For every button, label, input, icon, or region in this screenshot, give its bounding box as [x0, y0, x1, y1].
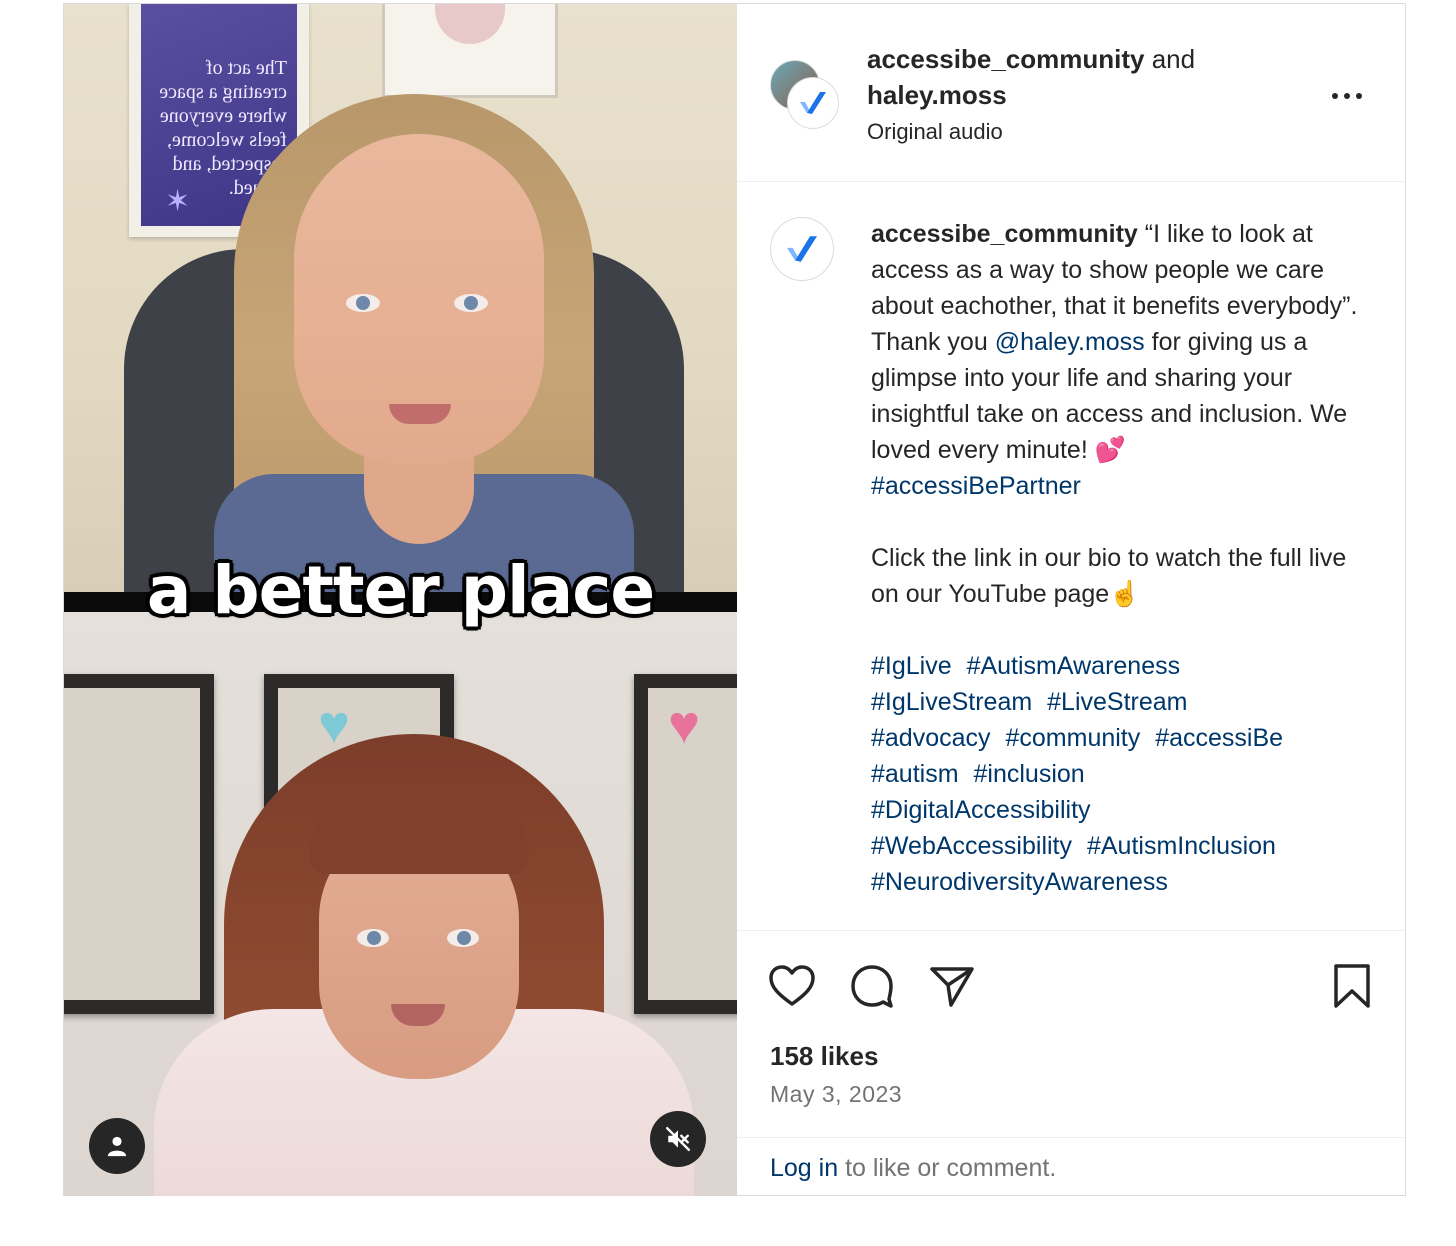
hashtag-link[interactable]: #accessiBePartner: [871, 472, 1081, 500]
more-options-button[interactable]: [1327, 76, 1367, 116]
hashtag-link[interactable]: #AutismInclusion: [1087, 832, 1276, 860]
speaker-muted-icon: [665, 1126, 691, 1152]
hashtag-link[interactable]: #DigitalAccessibility: [871, 796, 1091, 824]
like-count[interactable]: 158 likes: [770, 1041, 878, 1072]
post-details-panel: accessibe_community and haley.moss Origi…: [737, 4, 1405, 1195]
mute-button[interactable]: [650, 1111, 706, 1167]
hashtag-link[interactable]: #community: [1005, 724, 1140, 752]
star-icon: ✶: [165, 185, 191, 218]
login-prompt: Log in to like or comment.: [737, 1137, 1405, 1195]
speaker-face: [294, 134, 544, 464]
avatar[interactable]: [788, 78, 838, 128]
share-button[interactable]: [927, 961, 977, 1011]
accessibe-logo-icon: [787, 236, 817, 262]
tagged-users-button[interactable]: [89, 1118, 145, 1174]
login-prompt-text: to like or comment.: [845, 1154, 1057, 1182]
login-link[interactable]: Log in: [770, 1154, 838, 1182]
mention-link[interactable]: @haley.moss: [995, 328, 1145, 356]
hashtag-list: #IgLive #AutismAwareness #IgLiveStream #…: [871, 648, 1371, 900]
wall-frame: [382, 4, 558, 98]
hashtag-link[interactable]: #AutismAwareness: [967, 652, 1181, 680]
heart-icon: [769, 965, 815, 1006]
caption-text: accessibe_community “I like to look at a…: [871, 216, 1371, 900]
more-dots-icon: [1332, 93, 1362, 99]
accessibe-logo-icon: [800, 92, 826, 114]
instagram-post: The act of creating a space where everyo…: [63, 3, 1406, 1196]
audio-link[interactable]: Original audio: [867, 115, 1287, 149]
like-button[interactable]: [767, 961, 817, 1011]
caption-cta: Click the link in our bio to watch the f…: [871, 544, 1347, 608]
comment-icon: [851, 965, 893, 1008]
post-date[interactable]: May 3, 2023: [770, 1081, 902, 1108]
hashtag-link[interactable]: #WebAccessibility: [871, 832, 1072, 860]
send-icon: [930, 967, 974, 1007]
hashtag-link[interactable]: #LiveStream: [1047, 688, 1187, 716]
user-icon: [107, 1136, 127, 1157]
hashtag-link[interactable]: #advocacy: [871, 724, 991, 752]
bookmark-icon: [1334, 964, 1370, 1008]
caption-username[interactable]: accessibe_community: [871, 220, 1138, 248]
save-button[interactable]: [1327, 961, 1377, 1011]
hashtag-link[interactable]: #NeurodiversityAwareness: [871, 868, 1168, 896]
hashtag-link[interactable]: #IgLiveStream: [871, 688, 1032, 716]
video-bottom-speaker: ♥ ♥: [64, 604, 737, 1196]
account-link-haley[interactable]: haley.moss: [867, 80, 1007, 110]
hashtag-link[interactable]: #inclusion: [974, 760, 1085, 788]
hashtag-link[interactable]: #autism: [871, 760, 959, 788]
post-header: accessibe_community and haley.moss Origi…: [737, 4, 1405, 182]
collab-avatars[interactable]: [770, 60, 840, 130]
and-text: and: [1151, 44, 1196, 74]
hashtag-link[interactable]: #accessiBe: [1155, 724, 1283, 752]
avatar[interactable]: [770, 217, 834, 281]
video-top-speaker: The act of creating a space where everyo…: [64, 4, 737, 614]
comment-button[interactable]: [847, 961, 897, 1011]
reel-video[interactable]: The act of creating a space where everyo…: [64, 4, 737, 1196]
post-actions: 158 likes May 3, 2023: [737, 930, 1405, 1138]
caption-section: accessibe_community “I like to look at a…: [737, 182, 1405, 930]
account-link-accessibe[interactable]: accessibe_community: [867, 44, 1144, 74]
video-caption-overlay: a better place: [146, 552, 655, 629]
hashtag-link[interactable]: #IgLive: [871, 652, 952, 680]
